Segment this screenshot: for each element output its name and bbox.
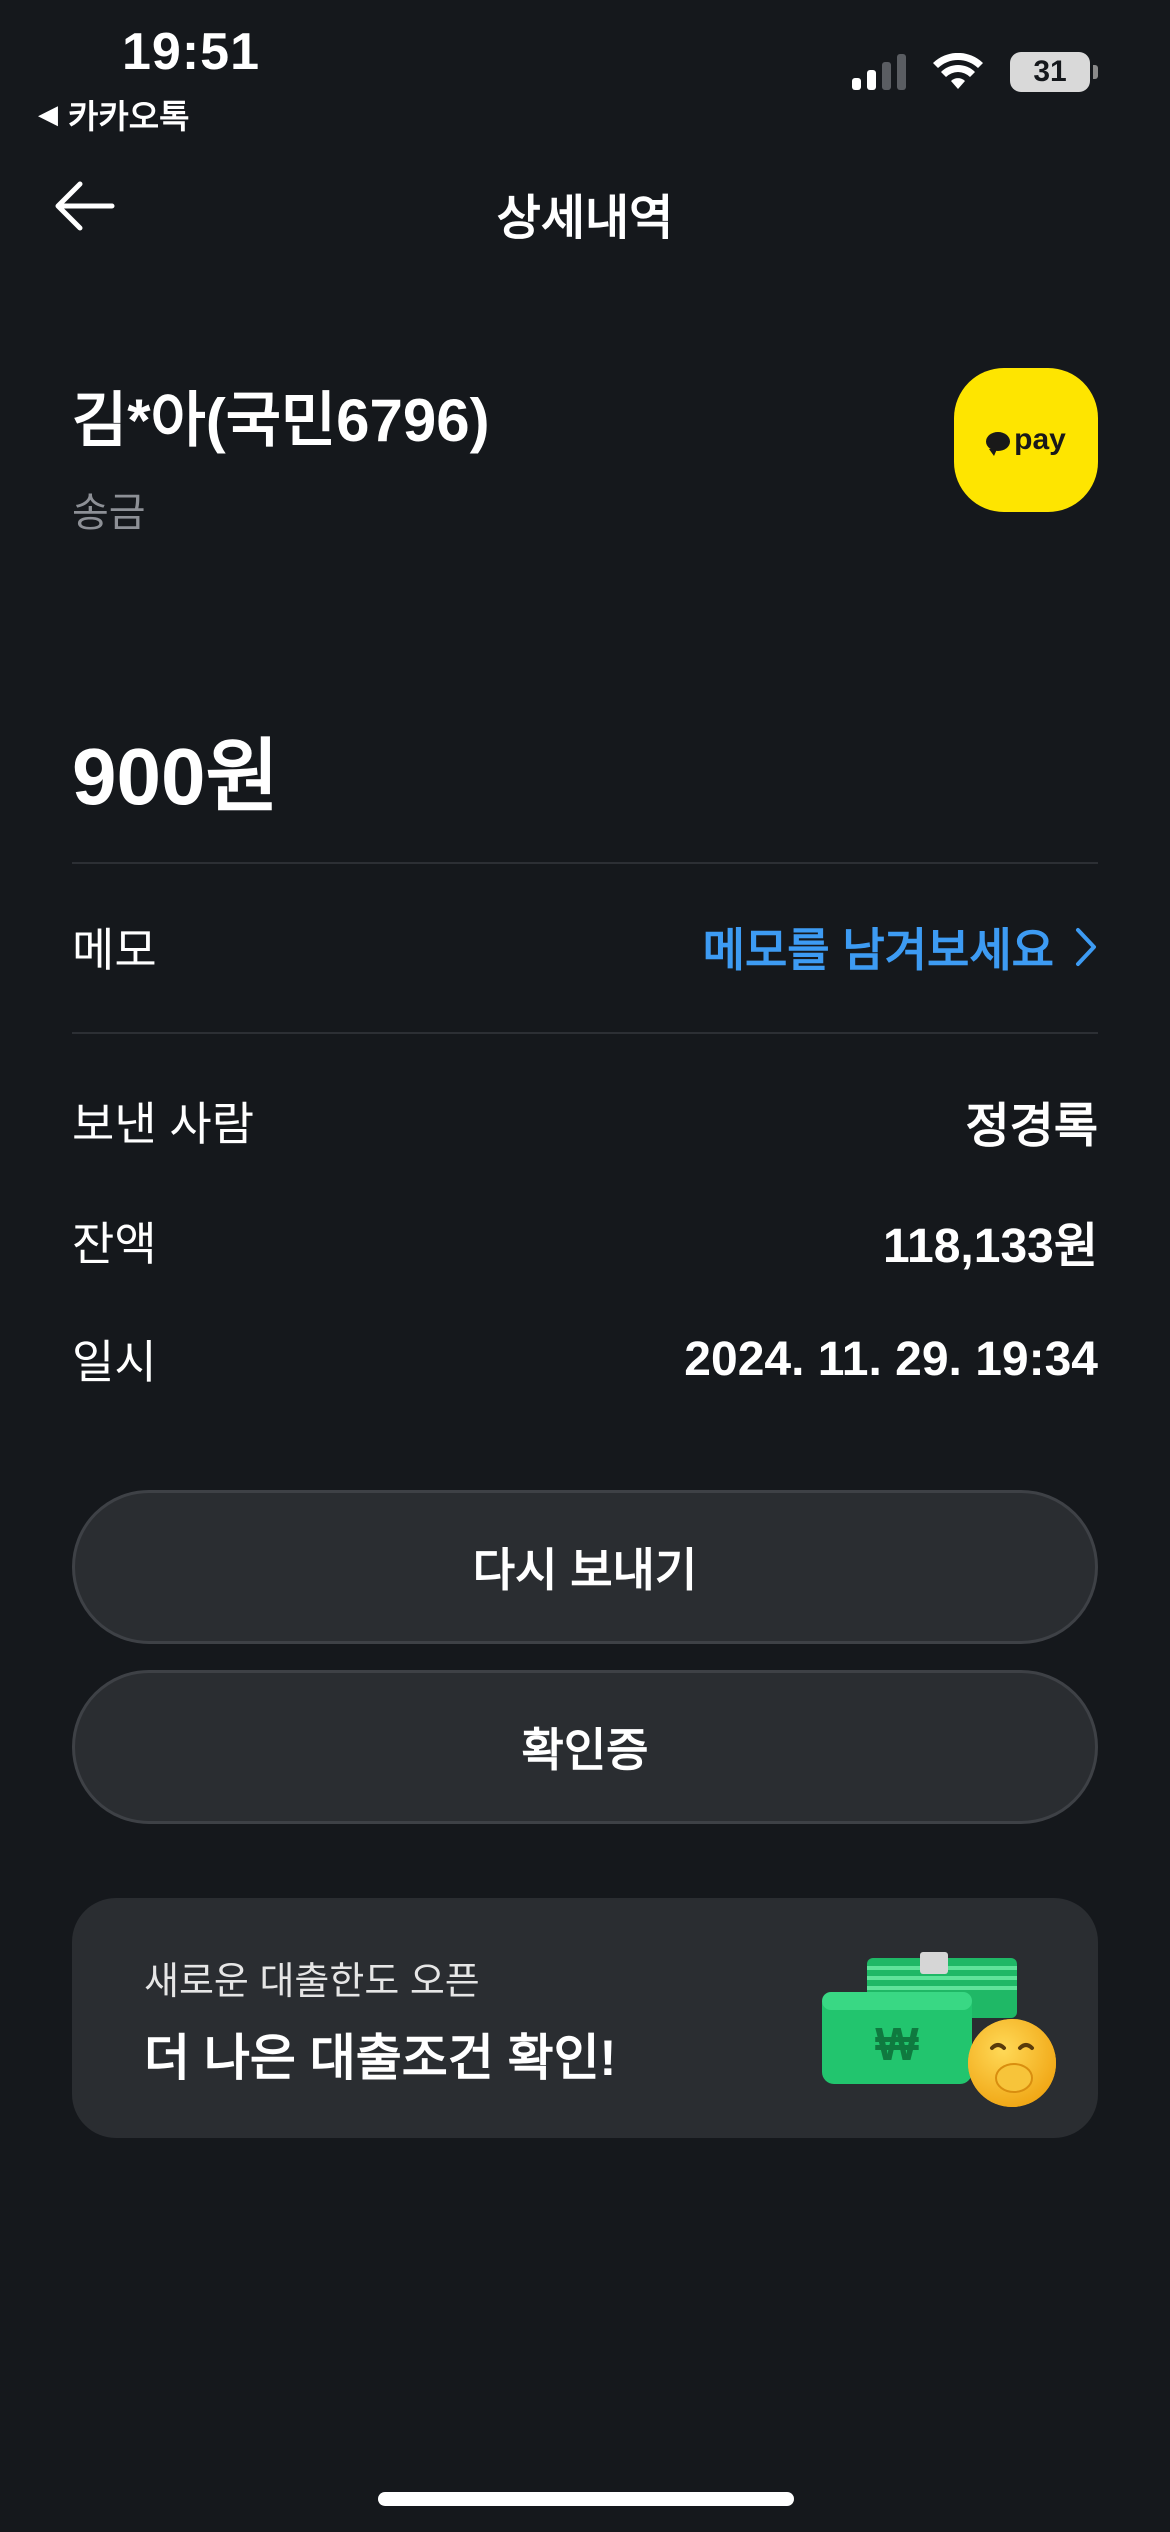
wifi-icon [933,53,983,89]
money-wallet-emoji-icon: ₩ [822,1952,1056,2107]
sender-value: 정경록 [965,1100,1098,1153]
receipt-button[interactable]: 확인증 [72,1670,1098,1824]
transaction-detail-screen: 19:51 ◀ 카카오톡 31 상세내역 김*아(국민6796) 송금 pay [0,0,1170,2532]
resend-button[interactable]: 다시 보내기 [72,1490,1098,1644]
transfer-amount: 900원 [72,732,280,821]
memo-row[interactable]: 메모 메모를 남겨보세요 [72,914,1098,980]
speech-bubble-icon [986,432,1011,456]
chevron-right-icon [1076,928,1096,966]
battery-icon: 31 [1010,52,1098,92]
divider [72,862,1098,864]
loan-promo-banner[interactable]: 새로운 대출한도 오픈 더 나은 대출조건 확인! ₩ [72,1898,1098,2138]
status-indicators: 31 [852,52,1098,92]
memo-link-text: 메모를 남겨보세요 [702,924,1054,976]
battery-level: 31 [1033,55,1067,88]
balance-value: 118,133원 [882,1220,1098,1273]
banner-title: 더 나은 대출조건 확인! [144,2030,617,2086]
status-time: 19:51 [122,23,260,81]
memo-label: 메모 [72,924,157,976]
banner-subtitle: 새로운 대출한도 오픈 [144,1961,480,2003]
divider [72,1032,1098,1034]
back-to-app-link[interactable]: ◀ 카카오톡 [38,90,189,138]
back-app-label: 카카오톡 [68,98,190,135]
detail-row-balance: 잔액 118,133원 [72,1206,1098,1276]
transaction-type: 송금 [72,491,146,535]
page-title: 상세내역 [496,192,674,245]
arrow-left-icon [55,181,115,231]
kakaopay-logo: pay [954,368,1098,512]
detail-row-datetime: 일시 2024. 11. 29. 19:34 [72,1326,1098,1392]
memo-link[interactable]: 메모를 남겨보세요 [703,914,1098,980]
balance-label: 잔액 [72,1218,157,1270]
datetime-value: 2024. 11. 29. 19:34 [684,1332,1098,1386]
back-button[interactable] [52,178,116,234]
recipient-name: 김*아(국민6796) [72,387,490,454]
svg-text:₩: ₩ [875,2018,919,2070]
signal-icon [852,54,906,90]
pay-logo-text: pay [1014,423,1066,456]
back-triangle-icon: ◀ [38,98,58,129]
sender-label: 보낸 사람 [72,1098,255,1150]
home-indicator[interactable] [378,2492,794,2506]
datetime-label: 일시 [72,1336,157,1388]
detail-row-sender: 보낸 사람 정경록 [72,1086,1098,1156]
